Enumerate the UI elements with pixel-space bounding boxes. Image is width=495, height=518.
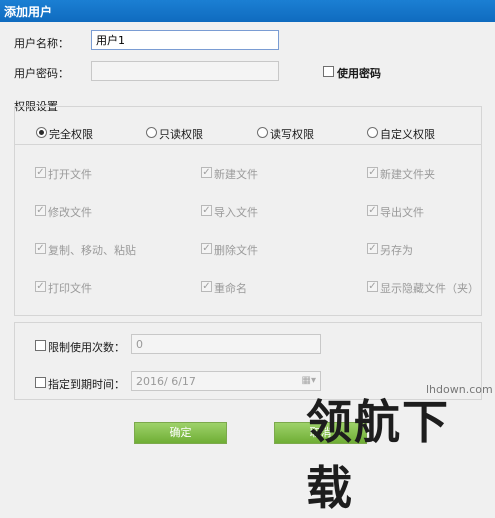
mode-readonly-label: 只读权限 [159,128,203,141]
use-password-label: 使用密码 [337,67,381,80]
title-bar: 添加用户 [0,0,495,22]
perm-print-checkbox[interactable]: ✓ [35,281,46,292]
mode-readonly-radio[interactable] [146,127,157,138]
watermark-logo: 领航下载 [306,395,450,515]
perm-rename-checkbox[interactable]: ✓ [201,281,212,292]
expire-date-checkbox[interactable] [35,377,46,388]
perm-import-label: 导入文件 [214,206,258,219]
perm-export-checkbox[interactable]: ✓ [367,205,378,216]
perm-new-folder-label: 新建文件夹 [380,168,435,181]
perm-copy-move-paste-label: 复制、移动、粘贴 [48,244,136,257]
perm-print-label: 打印文件 [48,282,92,295]
limit-use-count-checkbox[interactable] [35,340,46,351]
username-field[interactable] [91,30,279,50]
mode-readwrite-radio[interactable] [257,127,268,138]
perm-new-file-label: 新建文件 [214,168,258,181]
perm-rename-label: 重命名 [214,282,247,295]
perm-delete-checkbox[interactable]: ✓ [201,243,212,254]
perm-save-as-label: 另存为 [380,244,413,257]
limit-use-count-label: 限制使用次数： [48,341,125,354]
ok-button[interactable]: 确定 [134,422,227,444]
mode-full-radio[interactable] [36,127,47,138]
mode-full-label: 完全权限 [49,128,93,141]
password-field[interactable] [91,61,279,81]
perm-new-folder-checkbox[interactable]: ✓ [367,167,378,178]
expire-date-label: 指定到期时间： [48,378,125,391]
perm-modify-checkbox[interactable]: ✓ [35,205,46,216]
perm-open-label: 打开文件 [48,168,92,181]
password-label: 用户密码： [14,67,69,80]
use-password-checkbox[interactable] [323,66,334,77]
perm-export-label: 导出文件 [380,206,424,219]
perm-copy-move-paste-checkbox[interactable]: ✓ [35,243,46,254]
perm-new-file-checkbox[interactable]: ✓ [201,167,212,178]
window-title: 添加用户 [4,5,53,19]
calendar-dropdown-icon[interactable]: ▦▾ [302,375,316,386]
group-divider-top [14,106,482,107]
perm-import-checkbox[interactable]: ✓ [201,205,212,216]
expire-date-value: 2016/ 6/17 [136,375,196,388]
mode-readwrite-label: 读写权限 [270,128,314,141]
expire-date-picker[interactable]: 2016/ 6/17 ▦▾ [131,371,321,391]
perm-save-as-checkbox[interactable]: ✓ [367,243,378,254]
username-label: 用户名称： [14,37,69,50]
perm-delete-label: 删除文件 [214,244,258,257]
perm-open-checkbox[interactable]: ✓ [35,167,46,178]
perm-show-hidden-label: 显示隐藏文件（夹） [380,282,479,295]
perm-modify-label: 修改文件 [48,206,92,219]
mode-custom-radio[interactable] [367,127,378,138]
perm-show-hidden-checkbox[interactable]: ✓ [367,281,378,292]
use-count-field[interactable] [131,334,321,354]
mode-custom-label: 自定义权限 [380,128,435,141]
